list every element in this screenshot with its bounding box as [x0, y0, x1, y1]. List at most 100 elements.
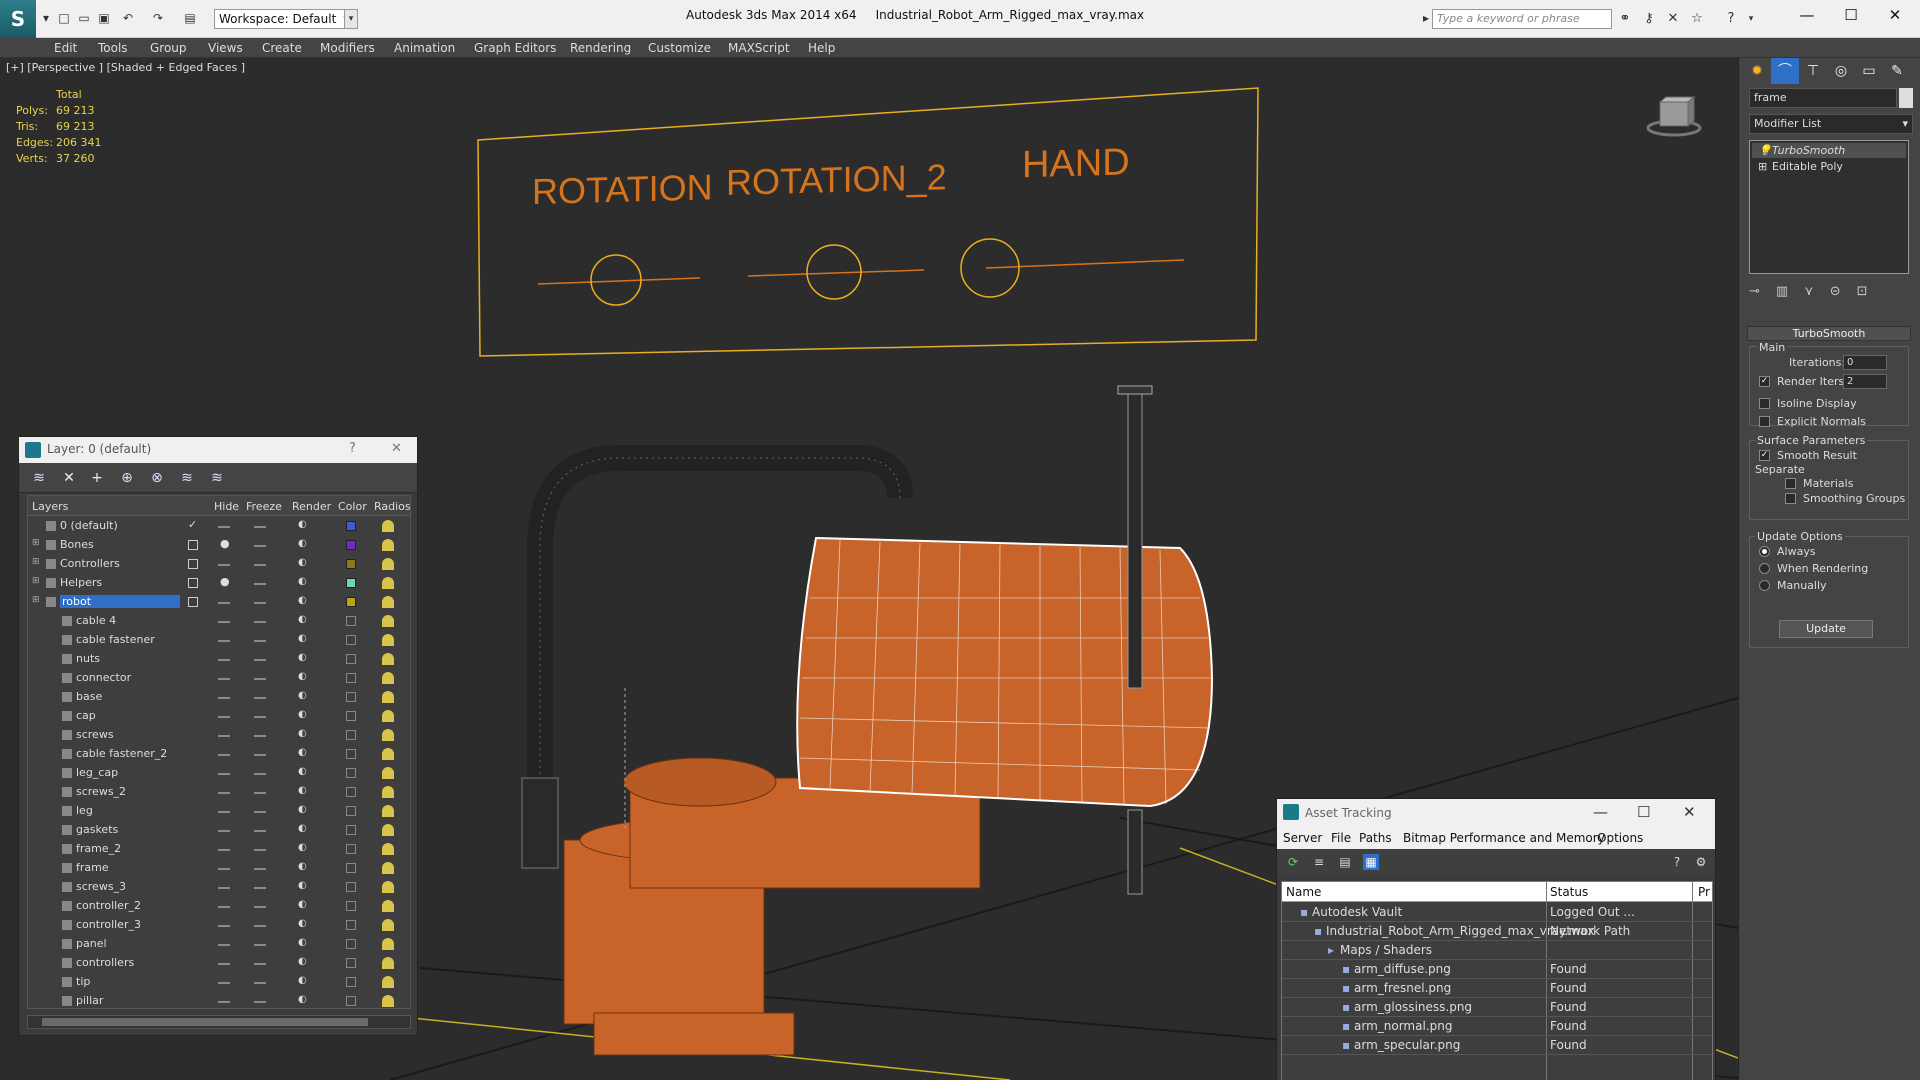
object-row[interactable]: cable fastener_2 ◐ [28, 745, 410, 764]
render-teapot-icon[interactable]: ◐ [298, 766, 308, 777]
freeze-toggle[interactable] [254, 944, 266, 946]
render-teapot-icon[interactable]: ◐ [298, 747, 308, 758]
hide-toggle[interactable] [218, 811, 230, 813]
menu-file[interactable]: File [1331, 831, 1351, 845]
layer-color-swatch[interactable] [346, 920, 356, 930]
layer-color-swatch[interactable] [346, 711, 356, 721]
freeze-toggle[interactable] [254, 526, 266, 528]
freeze-toggle[interactable] [254, 887, 266, 889]
freeze-all-icon[interactable]: ≋ [207, 468, 227, 488]
minimize-button[interactable]: — [1784, 0, 1830, 32]
asset-row[interactable]: ▪ arm_fresnel.png Found [1282, 979, 1712, 998]
asset-row[interactable]: ▪ arm_normal.png Found [1282, 1017, 1712, 1036]
object-row[interactable]: controller_2 ◐ [28, 897, 410, 916]
list-view-icon[interactable]: ≡ [1311, 854, 1327, 870]
minimize-button[interactable]: — [1593, 803, 1608, 821]
utilities-tab-icon[interactable]: ✎ [1883, 58, 1911, 84]
layer-color-swatch[interactable] [346, 654, 356, 664]
layer-row[interactable]: ⊞ robot ◐ [28, 593, 410, 612]
current-layer-checkbox[interactable] [188, 597, 198, 607]
render-iters-spinner[interactable]: 2 [1843, 374, 1887, 389]
radiosity-icon[interactable] [382, 824, 394, 836]
layer-color-swatch[interactable] [346, 939, 356, 949]
render-teapot-icon[interactable]: ◐ [298, 652, 308, 663]
maximize-button[interactable]: ☐ [1828, 0, 1874, 32]
render-teapot-icon[interactable]: ◐ [298, 823, 308, 834]
layer-color-swatch[interactable] [346, 882, 356, 892]
render-teapot-icon[interactable]: ◐ [298, 671, 308, 682]
render-teapot-icon[interactable]: ◐ [298, 861, 308, 872]
modifier-list-dropdown[interactable]: Modifier List ▾ [1749, 114, 1913, 134]
subscription-key-icon[interactable]: ⚷ [1640, 10, 1658, 28]
render-teapot-icon[interactable]: ◐ [298, 956, 308, 967]
freeze-toggle[interactable] [254, 735, 266, 737]
radiosity-icon[interactable] [382, 577, 394, 589]
render-teapot-icon[interactable]: ◐ [298, 633, 308, 644]
undo-icon[interactable]: ↶ [120, 10, 136, 26]
current-layer-check-icon[interactable]: ✓ [188, 518, 198, 531]
current-layer-checkbox[interactable] [188, 540, 198, 550]
menu-edit[interactable]: Edit [54, 41, 77, 55]
menu-views[interactable]: Views [208, 41, 243, 55]
freeze-toggle[interactable] [254, 602, 266, 604]
hide-toggle[interactable] [218, 697, 230, 699]
asset-row[interactable]: ▪ arm_glossiness.png Found [1282, 998, 1712, 1017]
radiosity-icon[interactable] [382, 767, 394, 779]
layer-color-swatch[interactable] [346, 559, 356, 569]
radiosity-icon[interactable] [382, 729, 394, 741]
object-row[interactable]: screws_2 ◐ [28, 783, 410, 802]
object-row[interactable]: panel ◐ [28, 935, 410, 954]
favorites-star-icon[interactable]: ☆ [1688, 10, 1706, 28]
object-row[interactable]: leg_cap ◐ [28, 764, 410, 783]
hide-toggle[interactable] [218, 944, 230, 946]
hide-toggle[interactable] [218, 982, 230, 984]
hide-all-icon[interactable]: ≋ [177, 468, 197, 488]
object-row[interactable]: connector ◐ [28, 669, 410, 688]
object-row[interactable]: base ◐ [28, 688, 410, 707]
render-teapot-icon[interactable]: ◐ [298, 937, 308, 948]
hide-toggle[interactable] [218, 564, 230, 566]
smooth-result-checkbox[interactable]: ✓ [1759, 450, 1770, 461]
radiosity-icon[interactable] [382, 995, 394, 1007]
freeze-toggle[interactable] [254, 659, 266, 661]
freeze-toggle[interactable] [254, 640, 266, 642]
render-iters-checkbox[interactable]: ✓ [1759, 376, 1770, 387]
layer-color-swatch[interactable] [346, 863, 356, 873]
freeze-toggle[interactable] [254, 849, 266, 851]
radiosity-icon[interactable] [382, 748, 394, 760]
app-menu-arrow-icon[interactable]: ▾ [38, 10, 54, 26]
col-color[interactable]: Color [338, 500, 367, 513]
layer-row[interactable]: ⊞ Helpers ● ◐ [28, 574, 410, 593]
update-button[interactable]: Update [1779, 620, 1873, 638]
col-hide[interactable]: Hide [214, 500, 239, 513]
hide-toggle[interactable] [218, 659, 230, 661]
layer-dialog-titlebar[interactable]: Layer: 0 (default) ? ✕ [19, 437, 417, 463]
radiosity-icon[interactable] [382, 938, 394, 950]
render-teapot-icon[interactable]: ◐ [298, 918, 308, 929]
object-row[interactable]: nuts ◐ [28, 650, 410, 669]
close-button[interactable]: ✕ [1683, 803, 1696, 821]
always-radio[interactable] [1759, 546, 1770, 557]
hide-toggle[interactable] [218, 925, 230, 927]
layer-color-swatch[interactable] [346, 673, 356, 683]
project-folder-icon[interactable]: ▤ [182, 10, 198, 26]
create-tab-icon[interactable]: ✹ [1743, 58, 1771, 84]
explicit-normals-checkbox[interactable] [1759, 416, 1770, 427]
search-input[interactable]: Type a keyword or phrase [1432, 9, 1612, 29]
close-button[interactable]: ✕ [391, 441, 402, 456]
object-name-input[interactable]: frame [1749, 88, 1897, 108]
select-objects-icon[interactable]: ⊕ [117, 468, 137, 488]
radiosity-icon[interactable] [382, 558, 394, 570]
stack-tools[interactable]: ⊸▥⋎⊝⊡ [1749, 284, 1909, 304]
light-bulb-icon[interactable]: 💡 [1758, 143, 1772, 158]
hide-toggle[interactable] [218, 868, 230, 870]
manually-radio[interactable] [1759, 580, 1770, 591]
freeze-toggle[interactable] [254, 1001, 266, 1003]
object-row[interactable]: screws_3 ◐ [28, 878, 410, 897]
radiosity-icon[interactable] [382, 805, 394, 817]
display-tab-icon[interactable]: ▭ [1855, 58, 1883, 84]
render-teapot-icon[interactable]: ◐ [298, 899, 308, 910]
radiosity-icon[interactable] [382, 881, 394, 893]
layer-color-swatch[interactable] [346, 616, 356, 626]
hide-toggle[interactable] [218, 830, 230, 832]
